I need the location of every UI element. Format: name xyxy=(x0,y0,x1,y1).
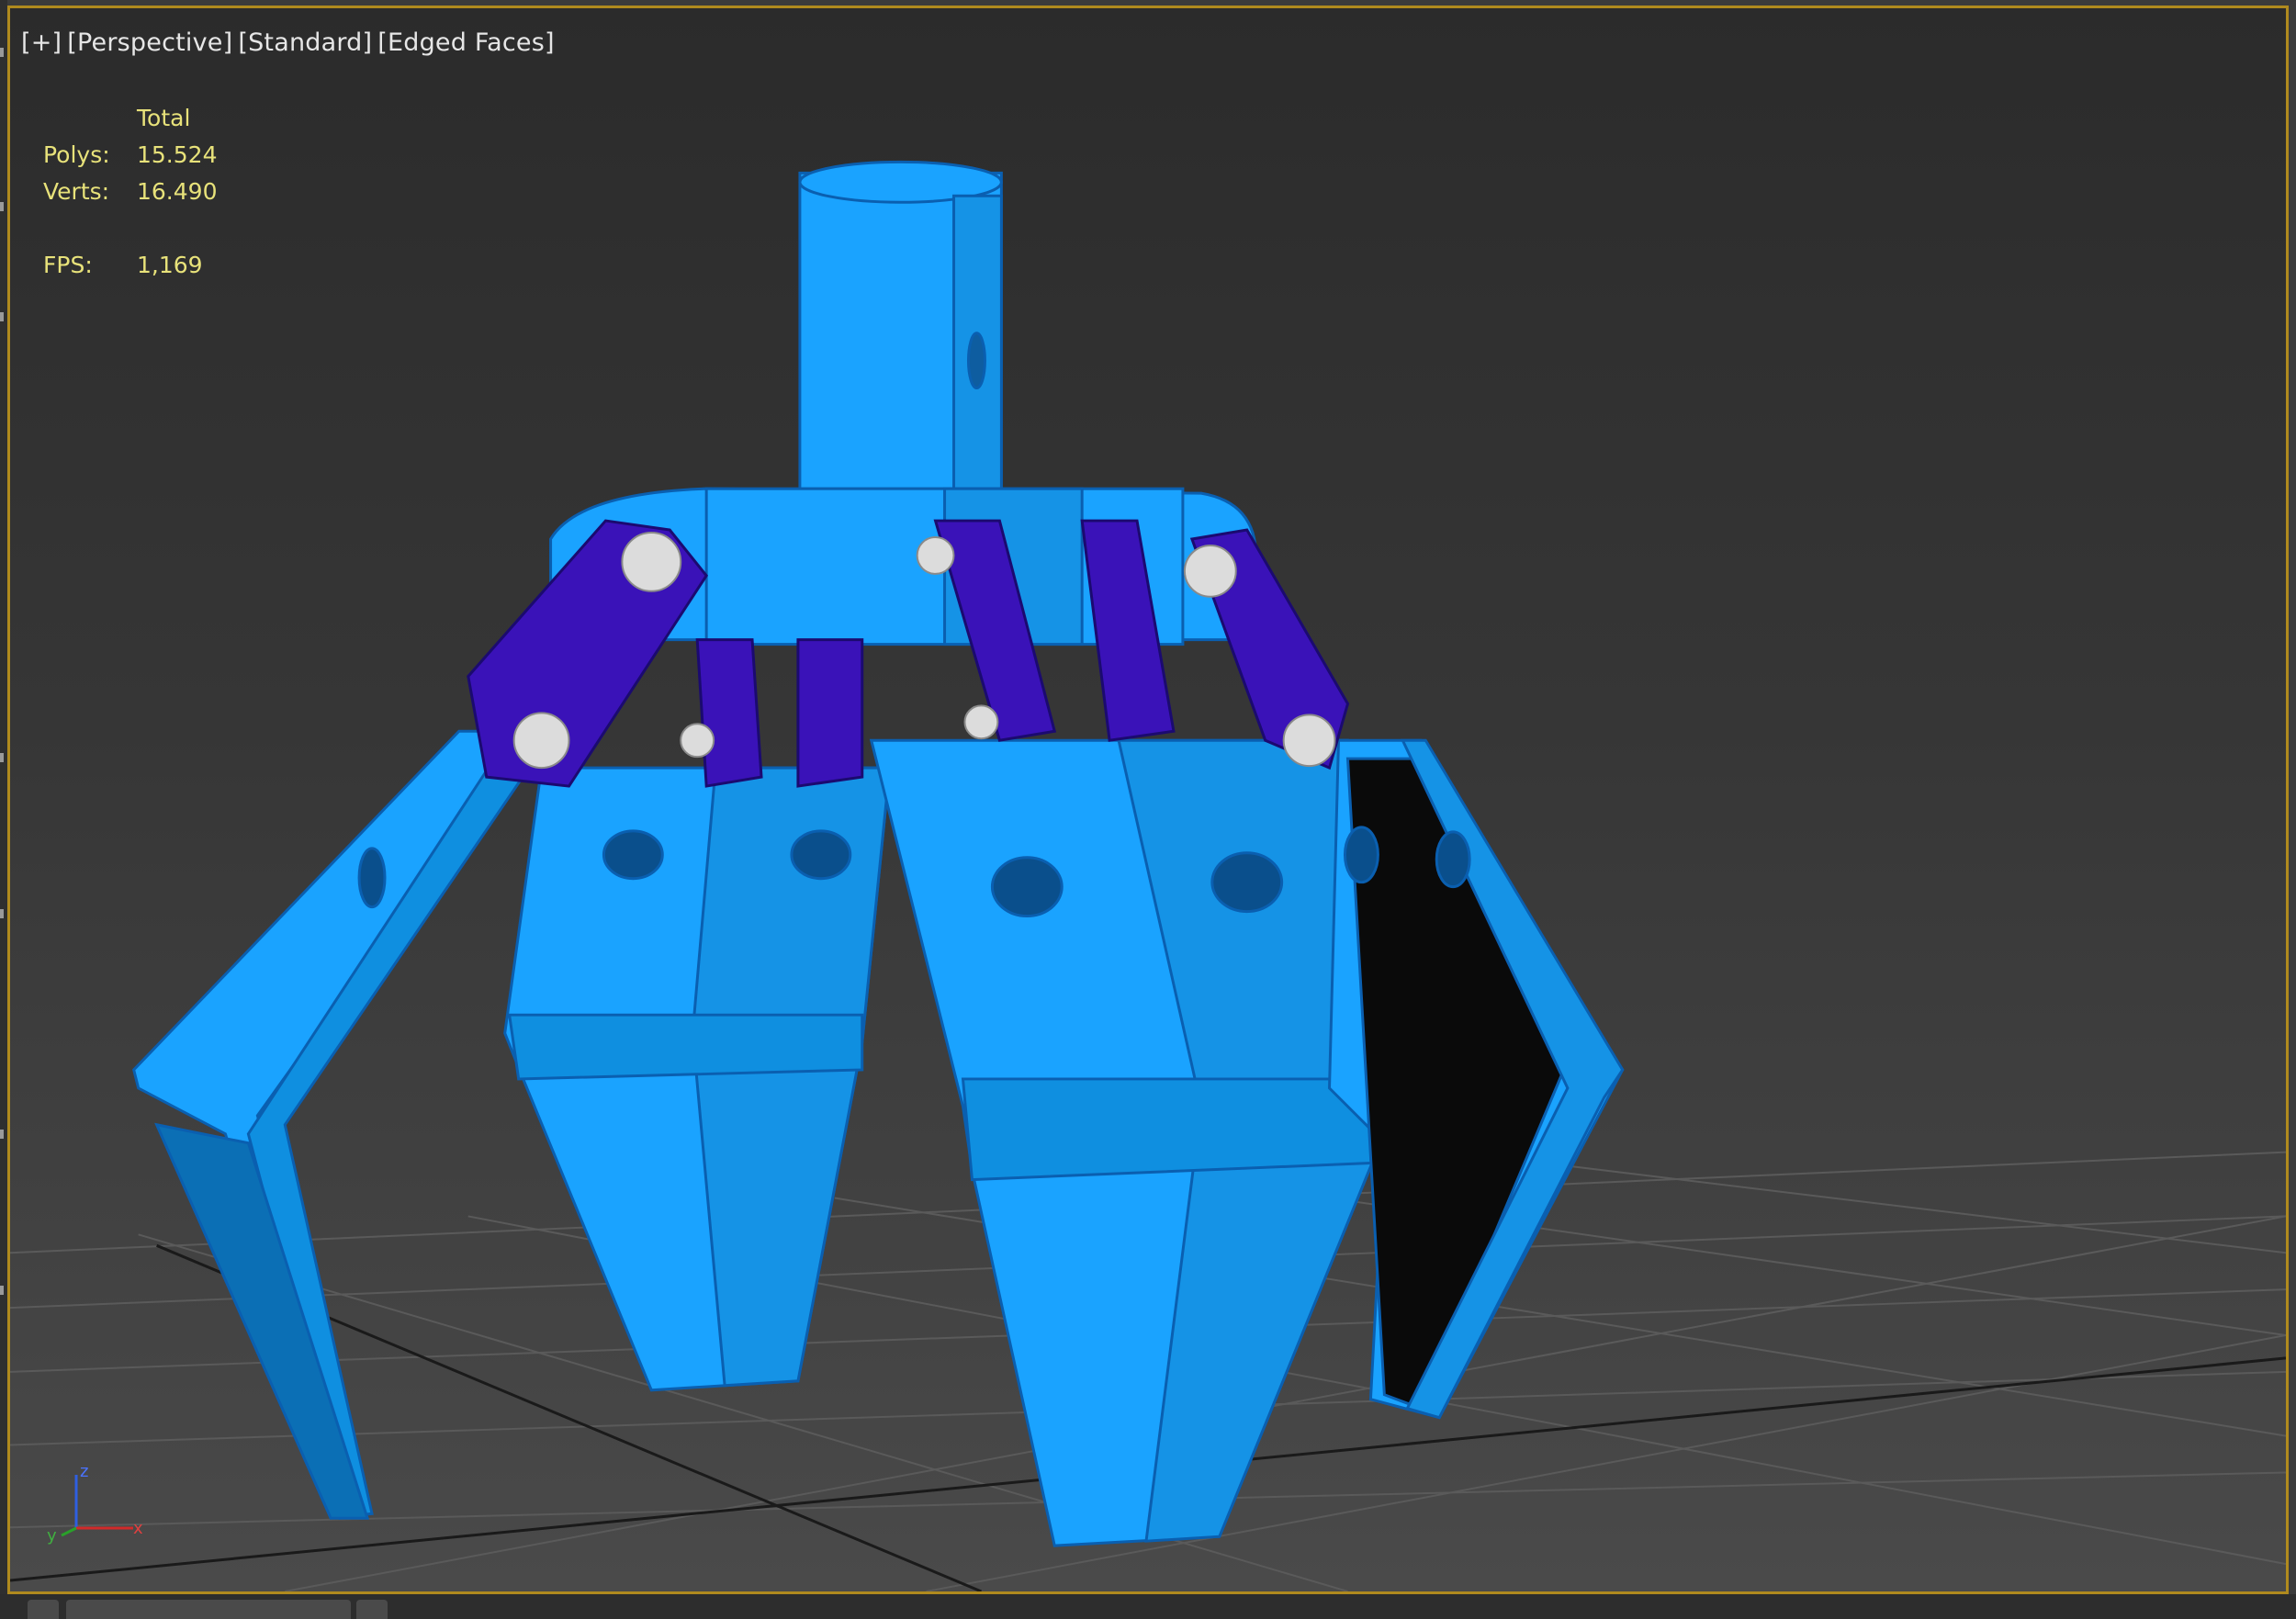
z-axis-label: z xyxy=(80,1464,88,1481)
viewport-display-mode-menu[interactable]: [Edged Faces] xyxy=(377,28,554,57)
viewport-layout-tab[interactable] xyxy=(66,1600,351,1619)
viewport-label-menu: [+] [Perspective] [Standard] [Edged Face… xyxy=(21,28,555,57)
statistics-overlay: Total Polys: 15.524 Verts: 16.490 FPS: 1… xyxy=(43,100,217,284)
viewport-plus-menu[interactable]: [+] xyxy=(21,28,62,57)
viewport-pov-menu[interactable]: [Perspective] xyxy=(67,28,232,57)
stats-fps-value: 1,169 xyxy=(137,252,203,278)
left-edge-strip xyxy=(0,0,7,1594)
stats-header-row: Total xyxy=(43,100,217,137)
axis-gizmo: z x y xyxy=(47,1464,143,1546)
viewport-shading-style-menu[interactable]: [Standard] xyxy=(238,28,372,57)
viewport-tab-strip xyxy=(0,1594,2296,1619)
stats-verts-label: Verts: xyxy=(43,178,110,205)
stats-total-header: Total xyxy=(137,105,191,131)
app-window: [+] [Perspective] [Standard] [Edged Face… xyxy=(0,0,2296,1619)
stats-polys-value: 15.524 xyxy=(137,141,218,168)
viewport-tab-small[interactable] xyxy=(28,1600,59,1619)
edge-tick xyxy=(0,48,4,57)
stats-verts-row: Verts: 16.490 xyxy=(43,174,217,210)
y-axis-line xyxy=(61,1526,77,1537)
edge-tick xyxy=(0,202,4,211)
edge-tick xyxy=(0,909,4,918)
viewport-scene[interactable] xyxy=(10,8,2286,1591)
stats-fps-row: FPS: 1,169 xyxy=(43,247,217,284)
edge-tick xyxy=(0,1286,4,1295)
x-axis-label: x xyxy=(133,1519,143,1538)
y-axis-label: y xyxy=(47,1526,57,1546)
viewport-tab-small[interactable] xyxy=(356,1600,388,1619)
grabber-model[interactable] xyxy=(132,160,1625,1547)
edge-tick xyxy=(0,1130,4,1139)
edge-tick xyxy=(0,753,4,762)
edge-tick xyxy=(0,312,4,321)
stats-polys-row: Polys: 15.524 xyxy=(43,137,217,174)
stats-polys-label: Polys: xyxy=(43,141,110,168)
stats-verts-value: 16.490 xyxy=(137,178,218,205)
perspective-viewport[interactable]: [+] [Perspective] [Standard] [Edged Face… xyxy=(7,6,2289,1594)
stats-fps-label: FPS: xyxy=(43,252,93,278)
